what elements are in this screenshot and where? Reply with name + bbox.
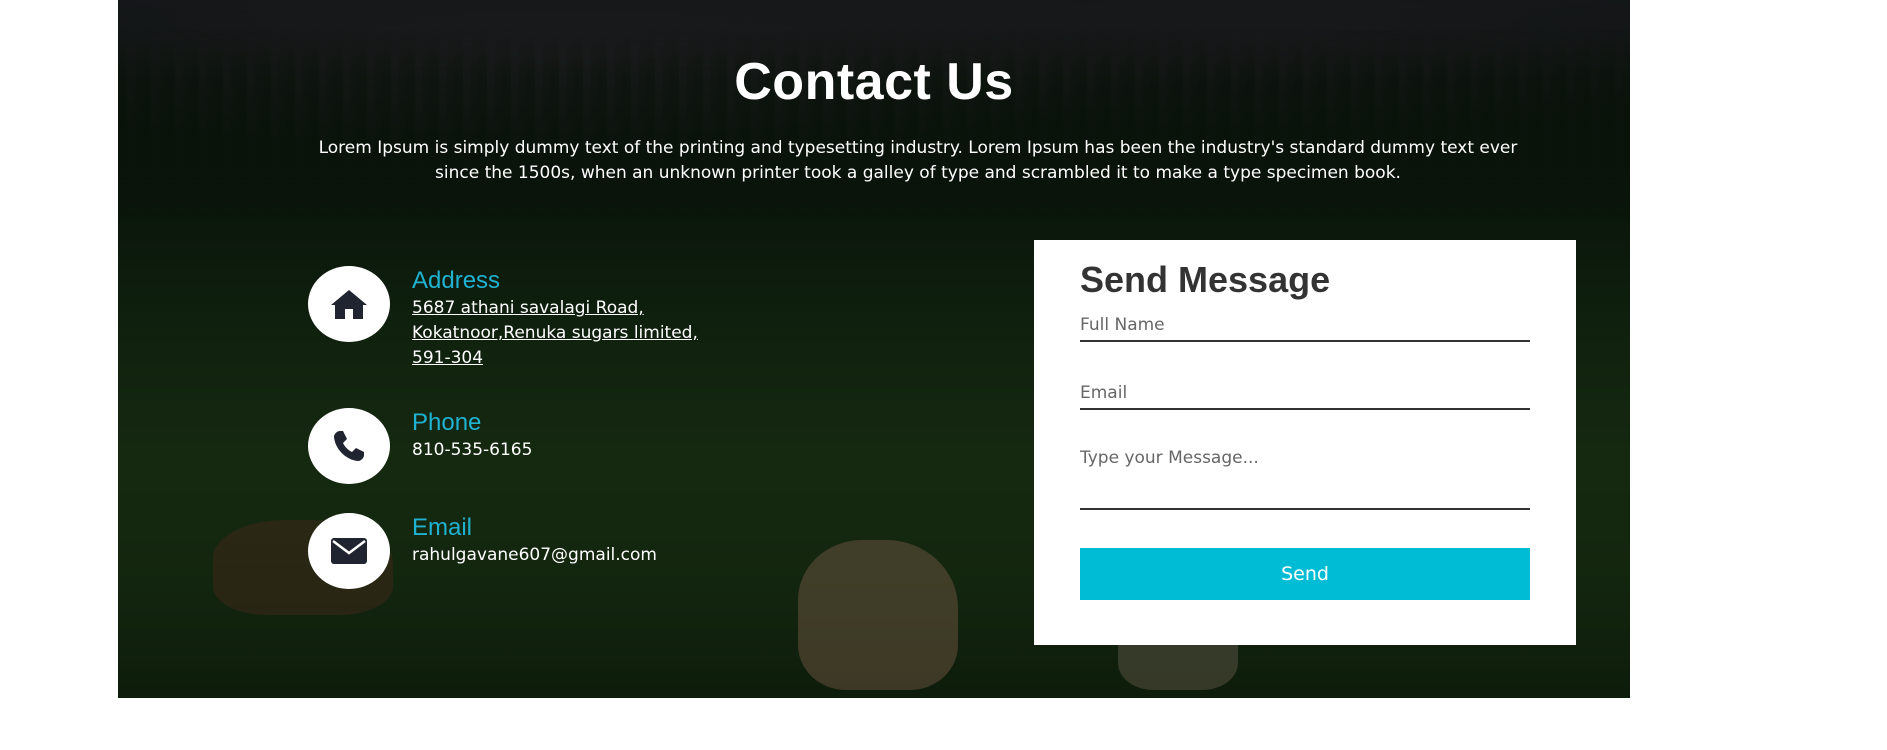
address-line-3[interactable]: 591-304 — [412, 346, 832, 371]
address-text: Address 5687 athani savalagi Road, Kokat… — [412, 266, 832, 371]
email-title: Email — [412, 514, 473, 541]
phone-title: Phone — [412, 409, 482, 436]
address-line-2[interactable]: Kokatnoor,Renuka sugars limited, — [412, 321, 832, 346]
message-textarea[interactable] — [1080, 446, 1530, 510]
email-text: Email rahulgavane607@gmail.com — [412, 513, 832, 568]
email-icon-circle — [308, 513, 390, 589]
form-title: Send Message — [1080, 259, 1331, 300]
email-address[interactable]: rahulgavane607@gmail.com — [412, 543, 832, 568]
full-name-input[interactable] — [1080, 310, 1530, 342]
envelope-icon — [331, 538, 367, 564]
phone-icon — [334, 431, 364, 461]
email-input[interactable] — [1080, 378, 1530, 410]
send-button[interactable]: Send — [1080, 548, 1530, 600]
phone-number[interactable]: 810-535-6165 — [412, 438, 832, 463]
home-icon — [331, 290, 367, 319]
page-title: Contact Us — [734, 53, 1014, 111]
address-icon-circle — [308, 266, 390, 342]
intro-text: Lorem Ipsum is simply dummy text of the … — [318, 138, 1518, 183]
address-title: Address — [412, 267, 501, 294]
phone-icon-circle — [308, 408, 390, 484]
phone-text: Phone 810-535-6165 — [412, 408, 832, 463]
contact-form: Send Message Send — [1034, 240, 1576, 645]
address-line-1[interactable]: 5687 athani savalagi Road, — [412, 296, 832, 321]
contact-section: Contact Us Lorem Ipsum is simply dummy t… — [118, 0, 1630, 698]
